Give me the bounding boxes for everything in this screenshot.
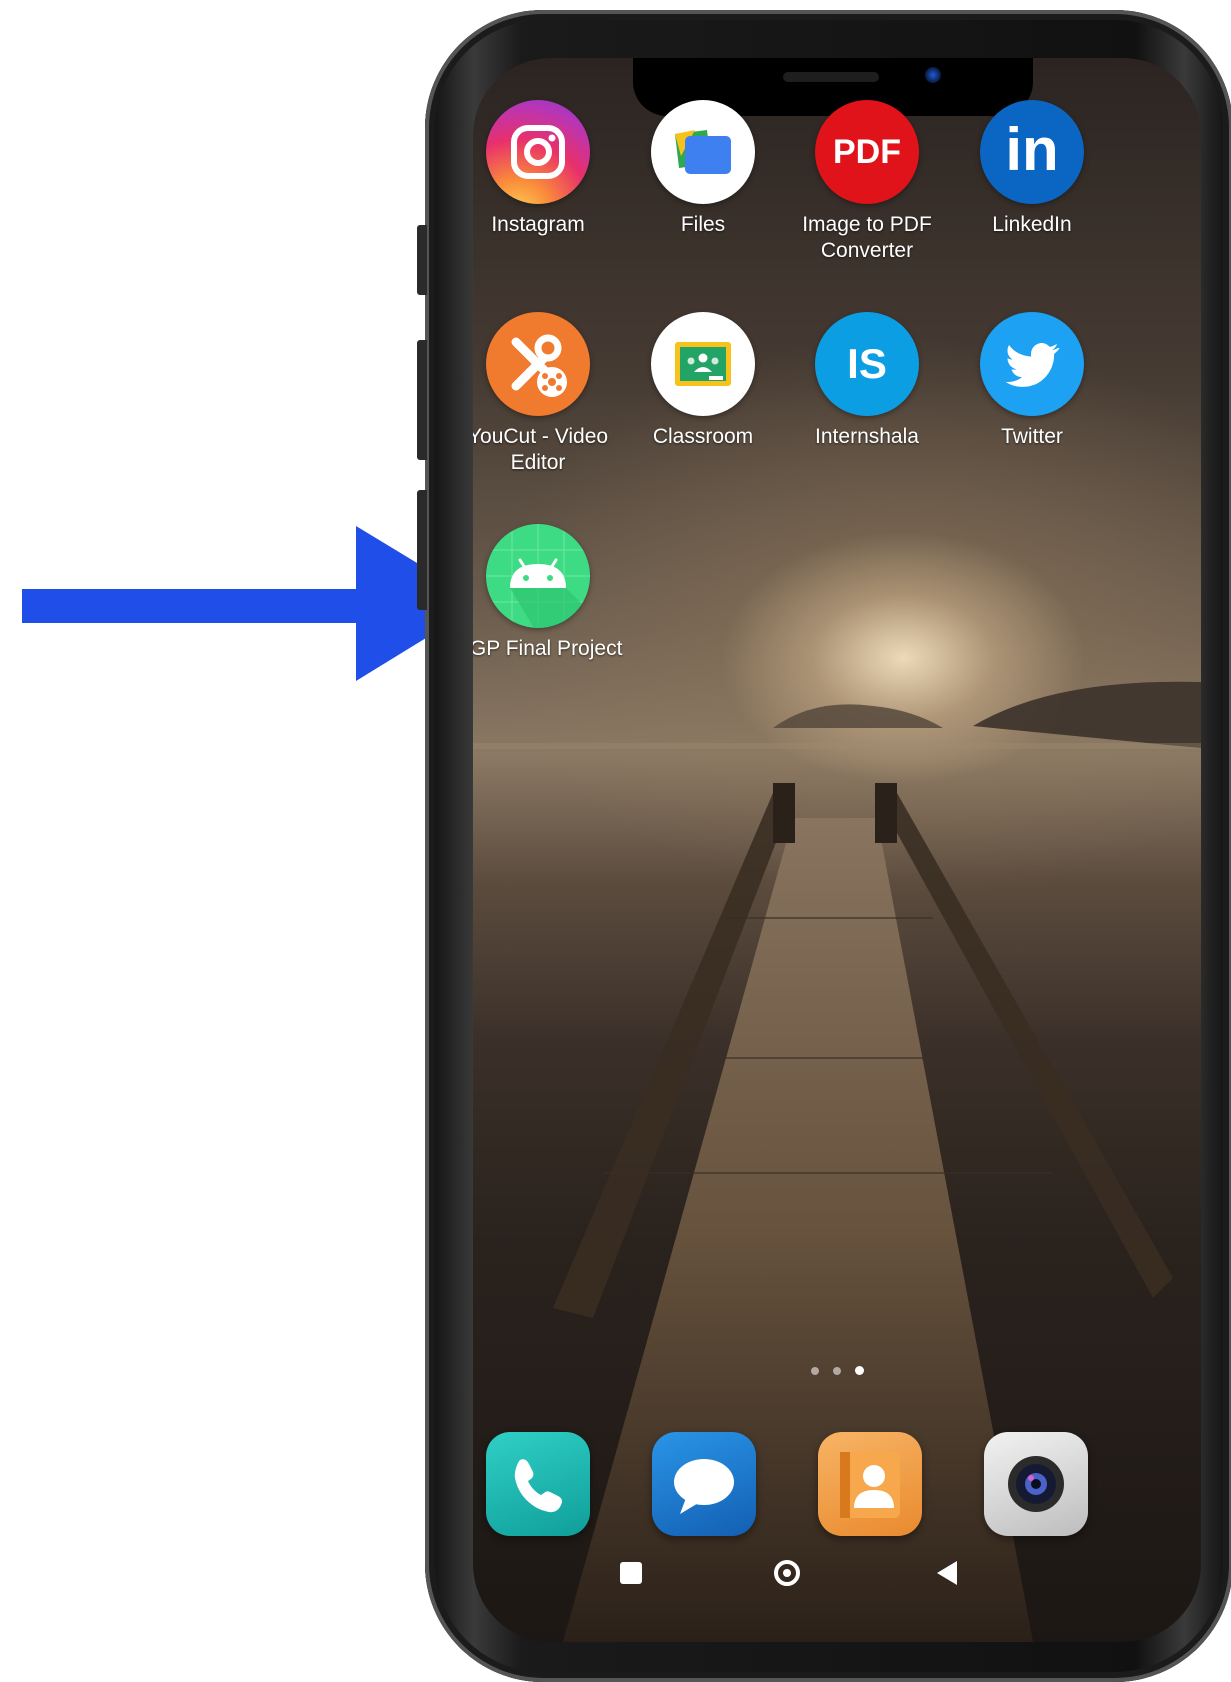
app-label: Instagram xyxy=(491,213,585,236)
circle-icon xyxy=(774,1560,800,1586)
power-button xyxy=(417,490,427,610)
volume-button xyxy=(417,225,427,295)
app-internshala[interactable]: IS Internshala xyxy=(782,312,952,450)
app-label: Files xyxy=(680,213,726,236)
app-label: Classroom xyxy=(652,425,754,448)
recents-button[interactable] xyxy=(606,1548,656,1598)
page-dot xyxy=(832,1367,841,1375)
chat-bubble-icon xyxy=(674,1459,734,1514)
square-icon xyxy=(620,1562,642,1584)
android-icon xyxy=(486,524,590,628)
dock-messages-button[interactable] xyxy=(652,1432,756,1536)
app-image-to-pdf[interactable]: PDF Image to PDF Converter xyxy=(782,100,952,264)
page-dot xyxy=(810,1367,819,1375)
contact-icon xyxy=(840,1452,900,1518)
app-ggp-final-project[interactable]: GGP Final Project xyxy=(473,524,623,662)
pdf-icon: PDF xyxy=(815,100,919,204)
triangle-back-icon xyxy=(937,1561,957,1585)
app-label: YouCut - Video Editor xyxy=(473,425,609,474)
speaker-grille xyxy=(783,72,879,82)
navigation-bar xyxy=(473,1548,1201,1608)
dock-phone-button[interactable] xyxy=(486,1432,590,1536)
dock-camera-button[interactable] xyxy=(984,1432,1088,1536)
files-icon xyxy=(651,100,755,204)
front-camera-icon xyxy=(925,67,941,83)
app-instagram[interactable]: Instagram xyxy=(473,100,623,238)
internshala-icon: IS xyxy=(815,312,919,416)
app-twitter[interactable]: Twitter xyxy=(947,312,1117,450)
app-classroom[interactable]: Classroom xyxy=(618,312,788,450)
page-dot-active xyxy=(854,1366,864,1375)
page-indicator[interactable] xyxy=(473,1366,1201,1375)
volume-button xyxy=(417,340,427,460)
app-label: GGP Final Project xyxy=(473,637,623,660)
instagram-icon xyxy=(486,100,590,204)
home-button[interactable] xyxy=(762,1548,812,1598)
dock-contacts-button[interactable] xyxy=(818,1432,922,1536)
app-linkedin[interactable]: in LinkedIn xyxy=(947,100,1117,238)
home-screen: Instagram Files PDF Image to PDF Convert… xyxy=(473,58,1201,1642)
linkedin-icon-text: in xyxy=(1005,115,1059,183)
app-label: LinkedIn xyxy=(992,213,1072,236)
app-youcut[interactable]: YouCut - Video Editor xyxy=(473,312,623,476)
app-label: Image to PDF Converter xyxy=(802,213,932,262)
app-label: Internshala xyxy=(815,425,919,448)
wallpaper xyxy=(473,681,1201,1642)
classroom-icon xyxy=(651,312,755,416)
bird-icon xyxy=(980,312,1084,416)
phone-icon xyxy=(514,1459,562,1513)
scissors-icon xyxy=(486,312,590,416)
app-files[interactable]: Files xyxy=(618,100,788,238)
app-label: Twitter xyxy=(1001,425,1063,448)
pdf-icon-text: PDF xyxy=(833,132,901,171)
back-button[interactable] xyxy=(923,1548,973,1598)
linkedin-icon: in xyxy=(980,100,1084,204)
internshala-icon-text: IS xyxy=(847,340,887,387)
camera-icon xyxy=(1008,1456,1064,1512)
